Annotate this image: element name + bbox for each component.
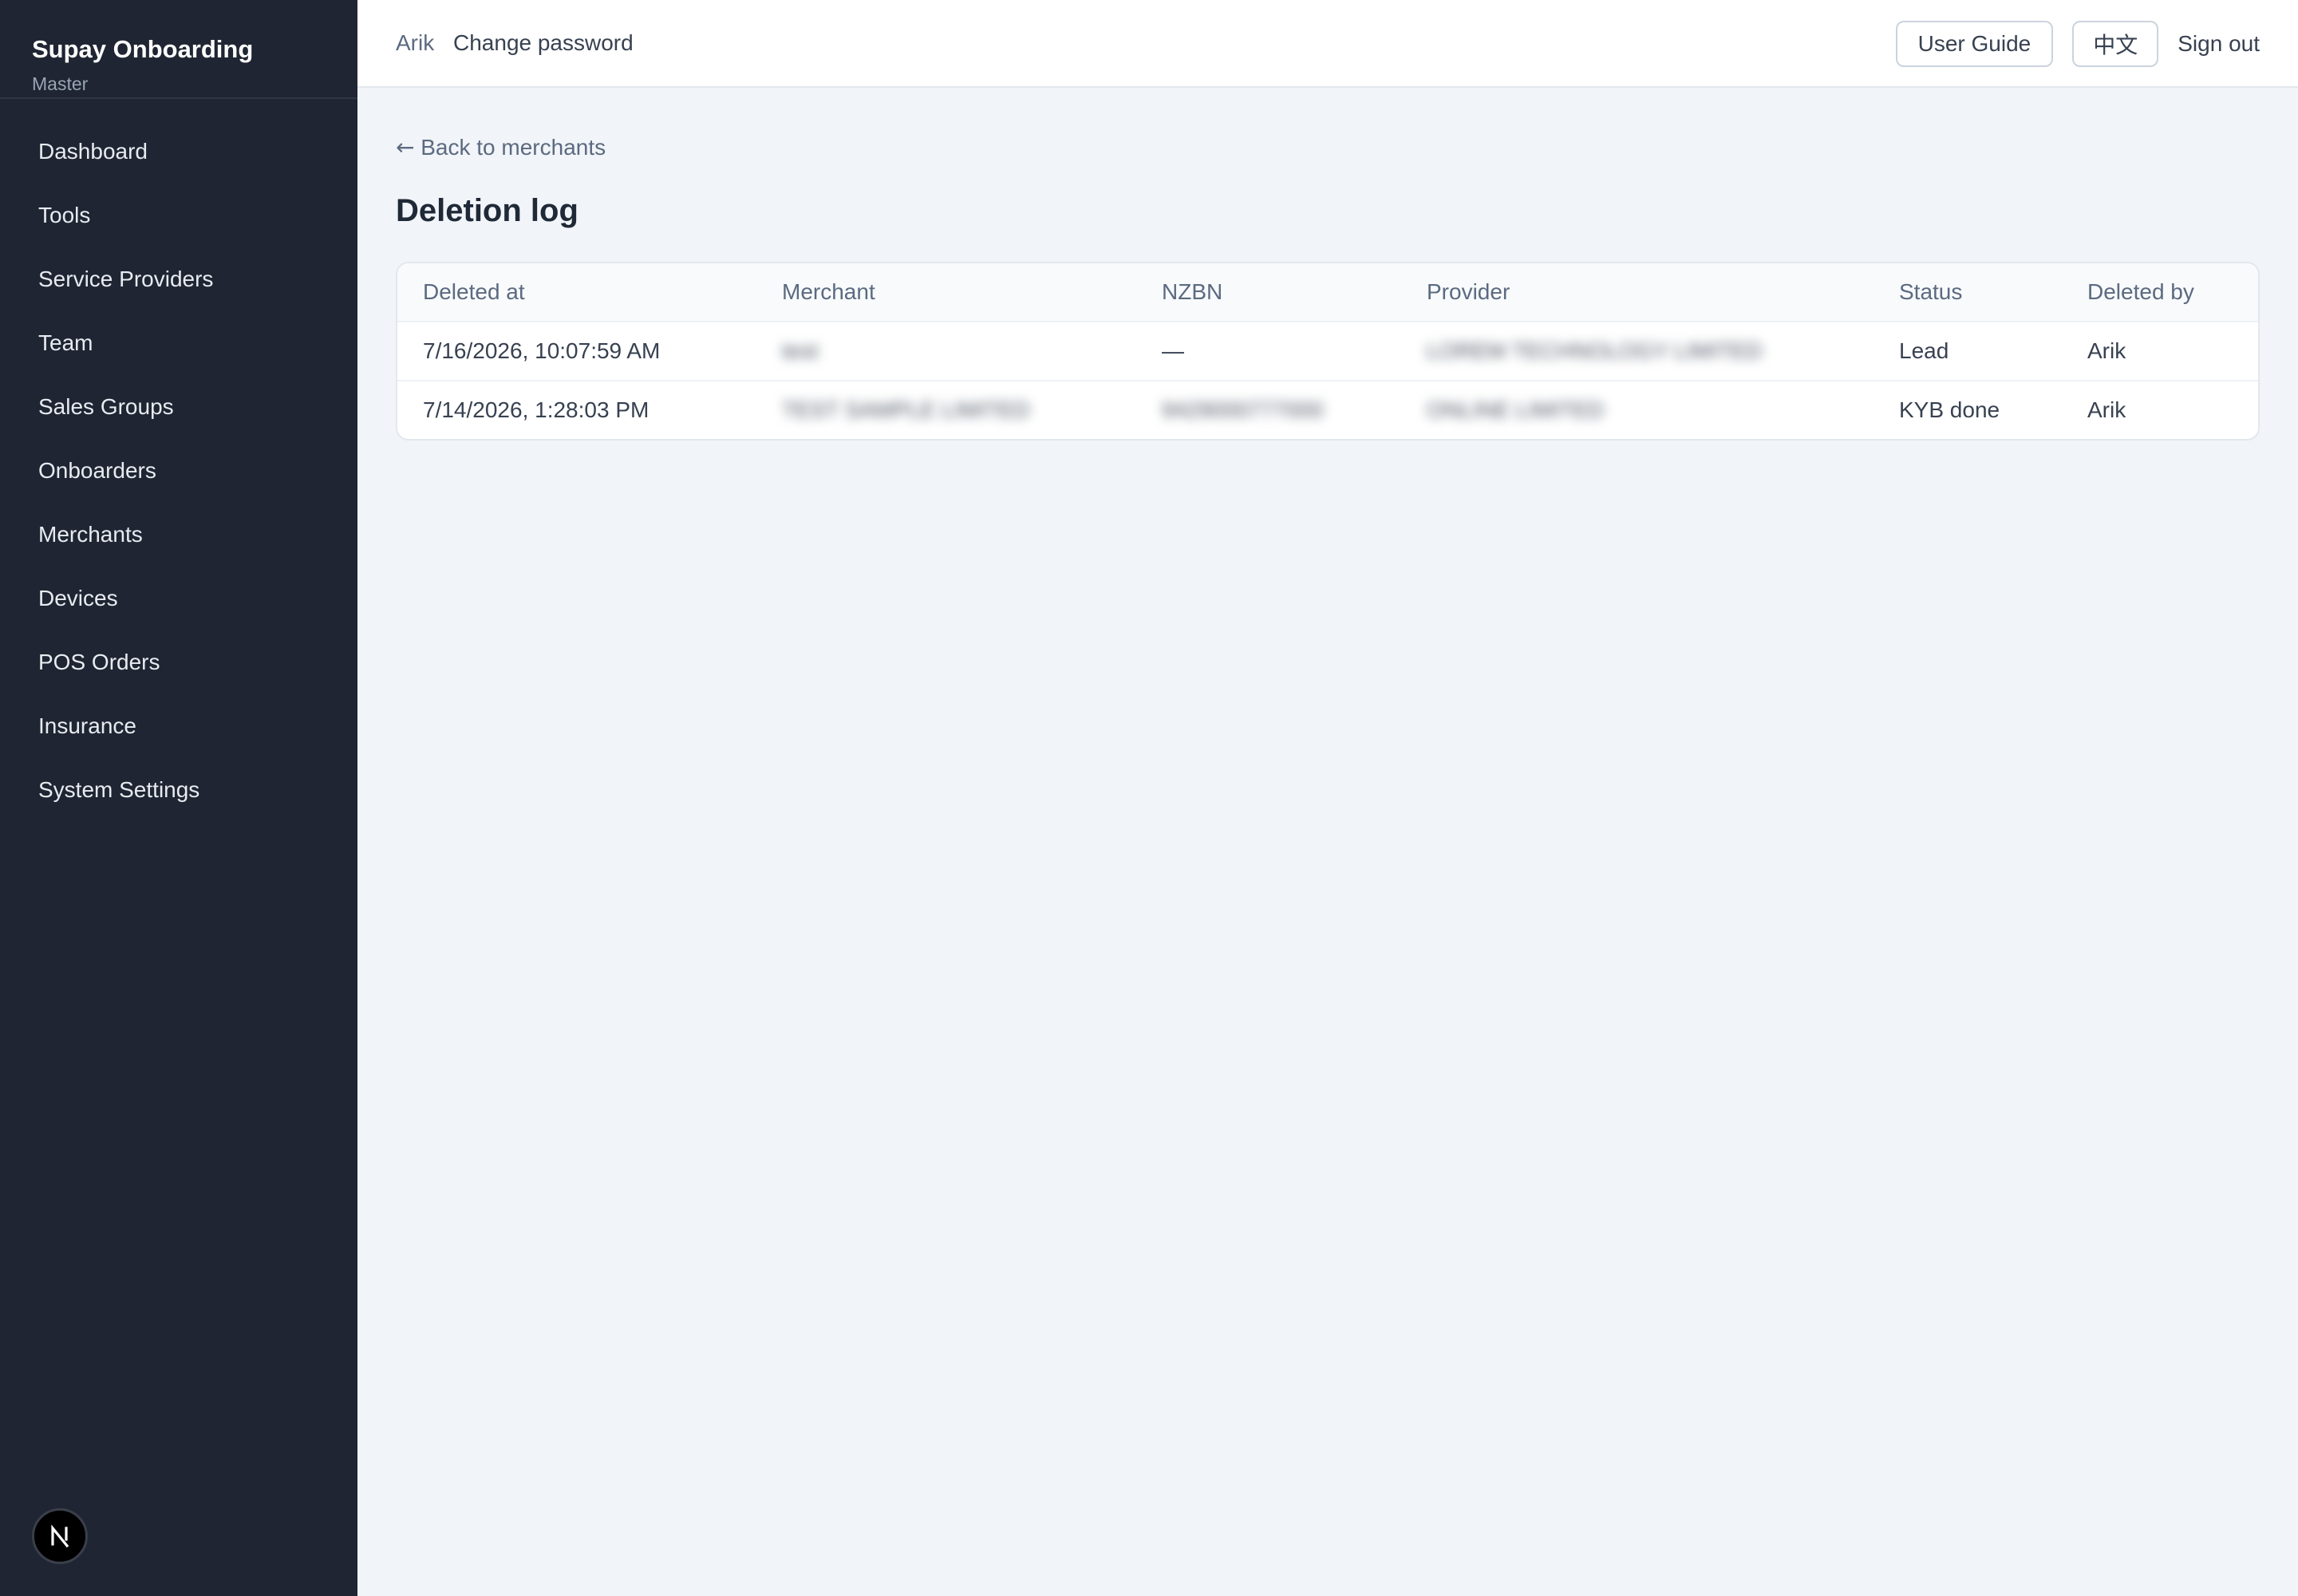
table-header-row: Deleted at Merchant NZBN Provider Status… xyxy=(397,263,2258,322)
column-provider: Provider xyxy=(1401,263,1874,322)
cell-merchant: test xyxy=(756,322,1136,381)
top-bar-actions: User Guide 中文 Sign out xyxy=(1895,21,2260,67)
language-toggle-button[interactable]: 中文 xyxy=(2072,21,2159,67)
brand: Supay Onboarding Master xyxy=(0,0,357,99)
column-deleted-by: Deleted by xyxy=(2062,263,2258,322)
cell-nzbn: 9429000777000 xyxy=(1136,381,1401,439)
cell-provider: LOREM TECHNOLOGY LIMITED xyxy=(1401,322,1874,381)
back-arrow-icon: ← xyxy=(396,134,415,160)
current-user-name: Arik xyxy=(396,30,435,55)
table-row: 7/14/2026, 1:28:03 PM TEST SAMPLE LIMITE… xyxy=(397,381,2258,439)
cell-nzbn: — xyxy=(1136,322,1401,381)
back-to-merchants-link[interactable]: ← Back to merchants xyxy=(396,134,606,160)
app-title: Supay Onboarding xyxy=(32,35,254,63)
cell-deleted-at: 7/14/2026, 1:28:03 PM xyxy=(423,397,650,422)
cell-status: Lead xyxy=(1874,322,2062,381)
column-merchant: Merchant xyxy=(756,263,1136,322)
cell-deleted-at: 7/16/2026, 10:07:59 AM xyxy=(397,322,756,381)
merchant-name-redacted: test xyxy=(782,338,819,363)
nextjs-logo-icon xyxy=(51,1524,69,1548)
cell-provider: ONLINE LIMITED xyxy=(1401,381,1874,439)
sidebar-item-pos-orders[interactable]: POS Orders xyxy=(13,630,345,694)
sidebar-item-service-providers[interactable]: Service Providers xyxy=(13,247,345,311)
sidebar-item-merchants[interactable]: Merchants xyxy=(13,503,345,567)
nzbn-redacted: 9429000777000 xyxy=(1162,397,1324,422)
sidebar-item-onboarders[interactable]: Onboarders xyxy=(13,439,345,503)
sidebar-item-devices[interactable]: Devices xyxy=(13,567,345,630)
column-status: Status xyxy=(1874,263,2062,322)
sidebar: Supay Onboarding Master Dashboard Tools … xyxy=(0,0,357,1596)
column-deleted-at: Deleted at xyxy=(397,263,756,322)
sidebar-nav: Dashboard Tools Service Providers Team S… xyxy=(0,120,357,822)
provider-name-redacted: LOREM TECHNOLOGY LIMITED xyxy=(1427,338,1763,363)
table-row: 7/16/2026, 10:07:59 AM test — LOREM TECH… xyxy=(397,322,2258,381)
back-link-label: Back to merchants xyxy=(421,135,606,160)
sidebar-item-insurance[interactable]: Insurance xyxy=(13,694,345,758)
cell-deleted-by: Arik xyxy=(2087,397,2126,422)
change-password-link[interactable]: Change password xyxy=(453,30,634,56)
deletion-log-table: Deleted at Merchant NZBN Provider Status… xyxy=(396,262,2260,440)
top-bar: Arik Change password User Guide 中文 Sign … xyxy=(357,0,2298,88)
sidebar-item-tools[interactable]: Tools xyxy=(13,184,345,247)
merchant-name-redacted: TEST SAMPLE LIMITED xyxy=(782,397,1030,422)
cell-merchant: TEST SAMPLE LIMITED xyxy=(756,381,1136,439)
sidebar-item-sales-groups[interactable]: Sales Groups xyxy=(13,375,345,439)
cell-status: KYB done xyxy=(1899,397,2000,422)
user-guide-button[interactable]: User Guide xyxy=(1895,21,2054,67)
nextjs-dev-badge[interactable] xyxy=(32,1508,88,1564)
provider-name-redacted: ONLINE LIMITED xyxy=(1427,397,1605,422)
sidebar-item-team[interactable]: Team xyxy=(13,311,345,375)
role-label: Master xyxy=(32,73,89,94)
sign-out-link[interactable]: Sign out xyxy=(2178,31,2260,57)
page-title: Deletion log xyxy=(396,193,578,228)
column-nzbn: NZBN xyxy=(1136,263,1401,322)
cell-deleted-by: Arik xyxy=(2062,322,2258,381)
sidebar-item-system-settings[interactable]: System Settings xyxy=(13,758,345,822)
sidebar-item-dashboard[interactable]: Dashboard xyxy=(13,120,345,184)
